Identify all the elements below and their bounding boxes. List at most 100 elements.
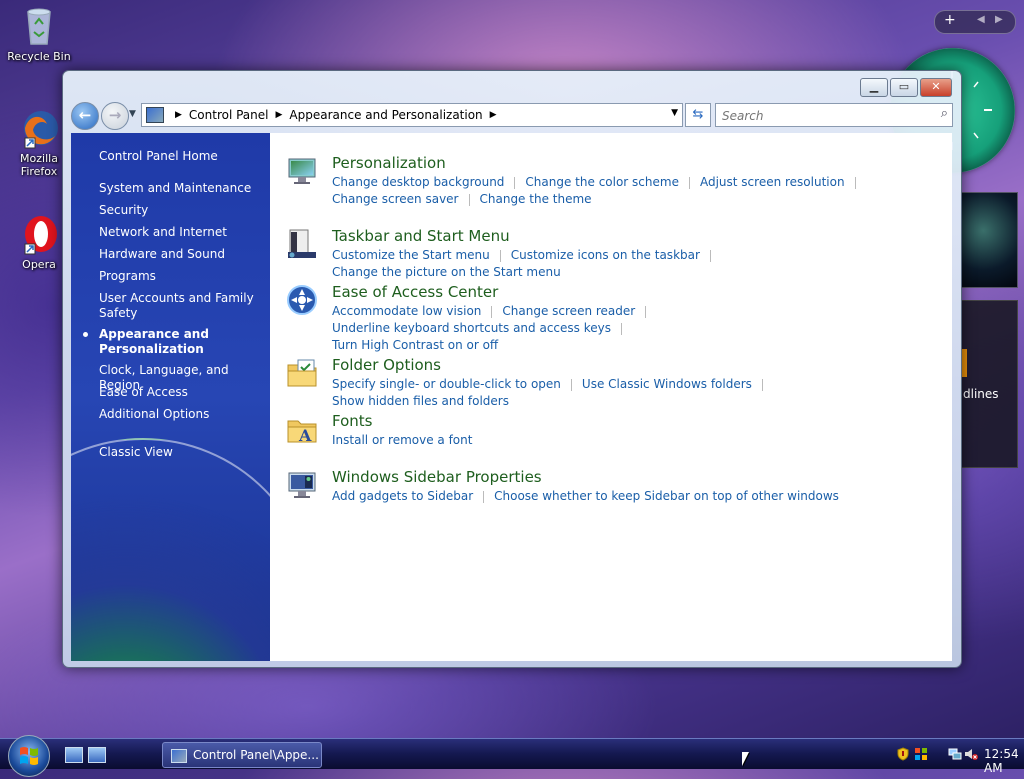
task-link[interactable]: Accommodate low vision — [332, 304, 481, 318]
sidebar-item-user-accounts[interactable]: User Accounts and Family Safety — [99, 291, 264, 321]
ease-of-access-links: Accommodate low vision Change screen read… — [332, 303, 932, 354]
back-arrow-icon: ← — [78, 106, 92, 124]
task-link[interactable]: Change the theme — [480, 192, 592, 206]
recycle-bin-icon — [17, 4, 61, 48]
add-gadget-icon[interactable]: + — [944, 12, 956, 28]
system-clock[interactable]: 12:54 AM — [984, 747, 1024, 775]
search-icon[interactable]: ⌕ — [941, 106, 948, 121]
taskbar-button-label: Control Panel\Appe... — [193, 748, 319, 762]
refresh-icon: ⇆ — [692, 107, 704, 122]
sidebar-item-appearance-selected: Appearance and Personalization — [83, 327, 264, 357]
forward-button[interactable]: → — [101, 102, 129, 130]
breadcrumb-appearance[interactable]: Appearance and Personalization — [289, 108, 482, 122]
search-input[interactable] — [720, 106, 924, 126]
control-panel-icon — [146, 107, 164, 123]
sidebar-item-programs[interactable]: Programs — [99, 269, 264, 284]
taskbar-icon[interactable] — [286, 228, 318, 260]
windows-logo-icon — [20, 747, 38, 765]
start-button[interactable] — [8, 735, 50, 777]
folder-options-links: Specify single- or double-click to open U… — [332, 376, 932, 410]
desktop-icon-label: Recycle Bin — [7, 50, 71, 63]
opera-icon — [17, 212, 61, 256]
task-link[interactable]: Change screen saver — [332, 192, 459, 206]
volume-muted-icon[interactable] — [964, 747, 978, 761]
sidebar-properties-icon[interactable] — [286, 469, 318, 501]
sidebar-item-classic-view[interactable]: Classic View — [99, 445, 264, 460]
windows-flag-icon[interactable] — [914, 747, 928, 761]
task-link[interactable]: Customize icons on the taskbar — [511, 248, 700, 262]
switch-windows-icon[interactable] — [88, 747, 106, 763]
feed-gadget-text: dlines — [963, 387, 999, 401]
task-link[interactable]: Change screen reader — [502, 304, 635, 318]
close-button[interactable]: ✕ — [920, 78, 952, 97]
address-bar[interactable]: ▶ Control Panel ▶ Appearance and Persona… — [141, 103, 683, 127]
sidebar-item-network[interactable]: Network and Internet — [99, 225, 264, 240]
task-link[interactable]: Customize the Start menu — [332, 248, 490, 262]
ease-of-access-icon[interactable] — [286, 284, 318, 316]
sidebar-item-additional-options[interactable]: Additional Options — [99, 407, 264, 422]
task-link[interactable]: Turn High Contrast on or off — [332, 338, 498, 352]
task-link[interactable]: Choose whether to keep Sidebar on top of… — [494, 489, 839, 503]
fonts-icon[interactable]: A — [286, 413, 318, 445]
task-link[interactable]: Use Classic Windows folders — [582, 377, 752, 391]
task-link[interactable]: Specify single- or double-click to open — [332, 377, 561, 391]
gadget-controls[interactable]: + ◀ ▶ — [934, 10, 1016, 34]
maximize-button[interactable]: ▭ — [890, 78, 918, 97]
task-link[interactable]: Change the picture on the Start menu — [332, 265, 561, 279]
navigation-bar: ← → ▼ ▶ Control Panel ▶ Appearance and P… — [71, 101, 953, 130]
recent-pages-dropdown-icon[interactable]: ▼ — [129, 109, 136, 119]
address-dropdown-icon[interactable]: ▼ — [671, 108, 678, 118]
sidebar-item-ease-of-access[interactable]: Ease of Access — [99, 385, 264, 400]
taskbar-title[interactable]: Taskbar and Start Menu — [332, 227, 510, 245]
task-link[interactable]: Change the color scheme — [525, 175, 679, 189]
next-gadget-icon[interactable]: ▶ — [995, 14, 1003, 25]
task-link[interactable]: Add gadgets to Sidebar — [332, 489, 473, 503]
sidebar-item-home[interactable]: Control Panel Home — [99, 149, 264, 164]
task-link[interactable]: Underline keyboard shortcuts and access … — [332, 321, 611, 335]
previous-gadget-icon[interactable]: ◀ — [977, 14, 985, 25]
sidebar-properties-title[interactable]: Windows Sidebar Properties — [332, 468, 542, 486]
mouse-cursor-icon — [742, 752, 749, 766]
taskbar-button-control-panel[interactable]: Control Panel\Appe... — [162, 742, 322, 768]
task-link[interactable]: Change desktop background — [332, 175, 504, 189]
personalization-links: Change desktop background Change the colo… — [332, 174, 932, 208]
personalization-icon[interactable] — [286, 155, 318, 187]
personalization-title[interactable]: Personalization — [332, 154, 446, 172]
network-icon[interactable] — [948, 747, 962, 761]
firefox-icon — [17, 106, 61, 150]
sidebar: Control Panel Home System and Maintenanc… — [71, 133, 270, 661]
folder-options-icon[interactable] — [286, 357, 318, 389]
desktop-icon-recycle-bin[interactable]: Recycle Bin — [4, 4, 74, 63]
security-shield-icon[interactable] — [896, 747, 910, 761]
breadcrumb-control-panel[interactable]: Control Panel — [189, 108, 269, 122]
control-panel-window[interactable]: ▁ ▭ ✕ ← → ▼ ▶ Control Panel ▶ Appearance… — [62, 70, 962, 668]
back-button[interactable]: ← — [71, 102, 99, 130]
search-box[interactable]: ⌕ — [715, 103, 953, 127]
task-link[interactable]: Install or remove a font — [332, 433, 472, 447]
breadcrumb-chevron-icon[interactable]: ▶ — [490, 110, 497, 120]
sidebar-properties-links: Add gadgets to Sidebar Choose whether to … — [332, 488, 932, 505]
task-link[interactable]: Show hidden files and folders — [332, 394, 509, 408]
fonts-links: Install or remove a font — [332, 432, 932, 449]
breadcrumb-chevron-icon[interactable]: ▶ — [175, 110, 182, 120]
main-content: Personalization Change desktop backgroun… — [270, 133, 952, 661]
desktop-icon-label: Opera — [22, 258, 56, 271]
taskbar-links: Customize the Start menu Customize icons … — [332, 247, 932, 281]
fonts-title[interactable]: Fonts — [332, 412, 372, 430]
feed-headlines-gadget[interactable]: dlines — [960, 300, 1018, 468]
window-caption-buttons: ▁ ▭ ✕ — [860, 78, 952, 97]
ease-of-access-title[interactable]: Ease of Access Center — [332, 283, 498, 301]
minimize-button[interactable]: ▁ — [860, 78, 888, 97]
sidebar-item-hardware-sound[interactable]: Hardware and Sound — [99, 247, 264, 262]
folder-options-title[interactable]: Folder Options — [332, 356, 441, 374]
show-desktop-icon[interactable] — [65, 747, 83, 763]
refresh-button[interactable]: ⇆ — [685, 103, 711, 127]
sidebar-item-system-maintenance[interactable]: System and Maintenance — [99, 181, 264, 196]
control-panel-icon — [171, 748, 187, 763]
breadcrumb-chevron-icon[interactable]: ▶ — [276, 110, 283, 120]
task-link[interactable]: Adjust screen resolution — [700, 175, 845, 189]
sidebar-decoration — [71, 438, 270, 661]
slideshow-gadget[interactable] — [960, 192, 1018, 288]
sidebar-item-security[interactable]: Security — [99, 203, 264, 218]
notification-area: 12:54 AM — [872, 739, 1024, 775]
